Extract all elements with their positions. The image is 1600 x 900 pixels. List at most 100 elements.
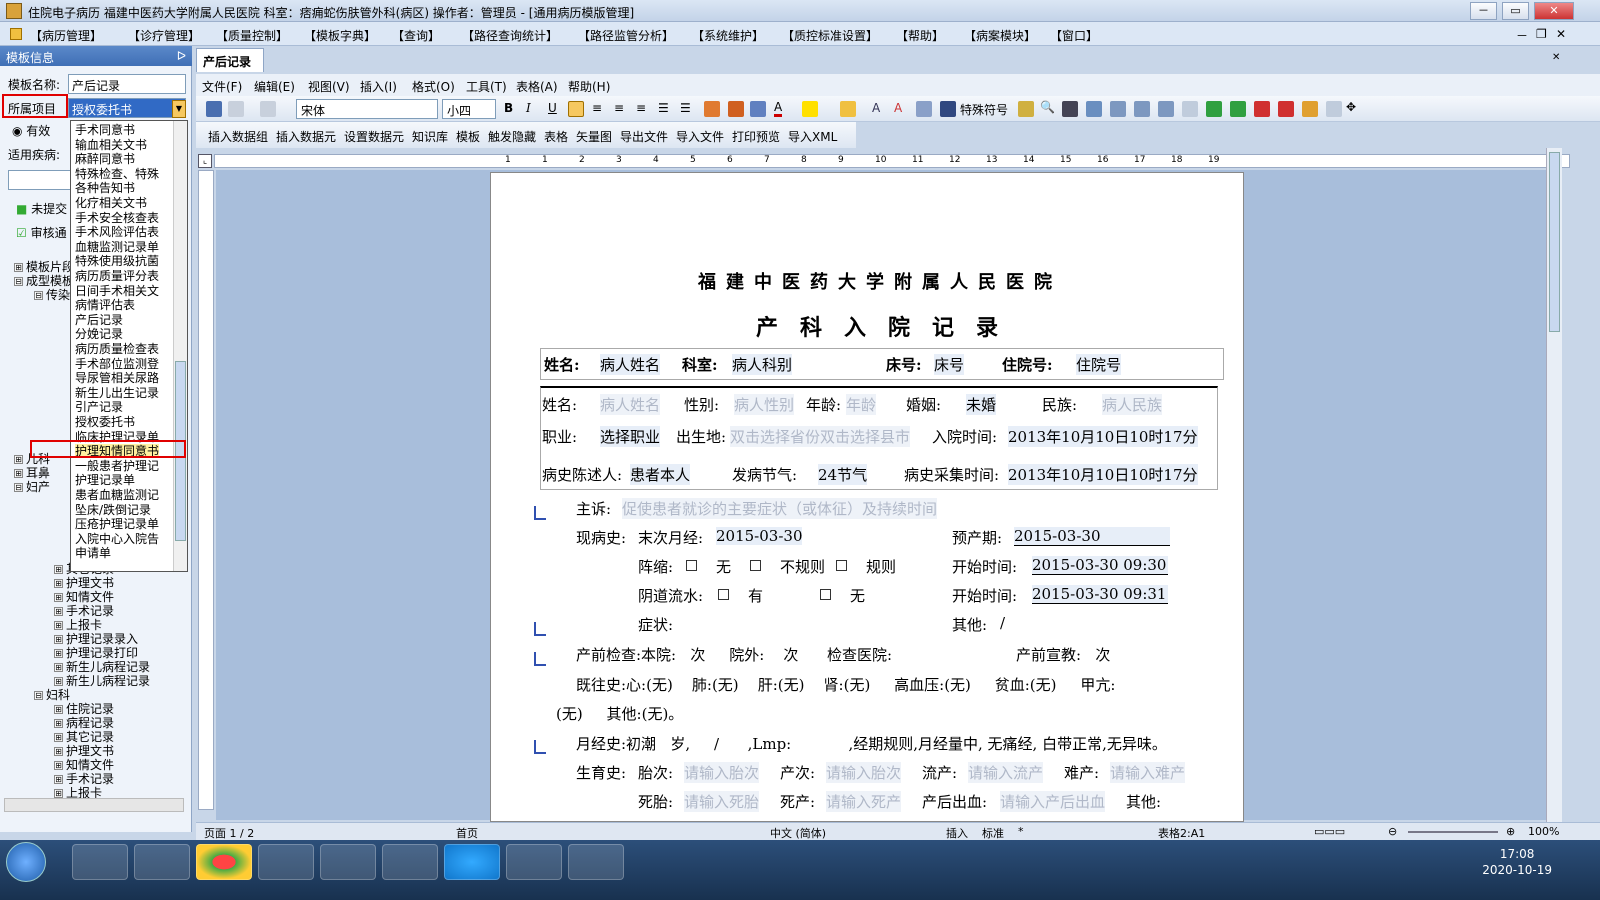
valid-radio[interactable]: ◉ 有效 [12, 122, 50, 139]
menu-item[interactable]: 【系统维护】 [692, 27, 764, 44]
vscroll-thumb[interactable] [1549, 152, 1560, 332]
bold-icon[interactable]: B [504, 101, 513, 115]
insert-column-icon[interactable] [1230, 101, 1246, 117]
stillbirth-field[interactable]: 请输入死胎 [684, 791, 760, 812]
insert-data-element-button[interactable]: 插入数据元 [276, 128, 336, 145]
expand-icon[interactable]: ⊞ [54, 733, 63, 742]
checkbox-yes[interactable] [718, 589, 729, 600]
admit-time-field[interactable]: 2013年10月10日10时17分 [1008, 426, 1198, 447]
database-icon[interactable] [506, 844, 562, 880]
onset-field[interactable]: 24节气 [818, 464, 868, 485]
undo-icon[interactable] [228, 101, 244, 117]
narrator-field[interactable]: 患者本人 [630, 464, 691, 485]
tree-node[interactable]: ⊞ 护理记录打印 [54, 646, 138, 660]
dropdown-item[interactable]: 引产记录 [75, 400, 123, 414]
dropdown-item[interactable]: 病历质量检查表 [75, 342, 159, 356]
insert-icon[interactable] [1018, 101, 1034, 117]
justify-icon[interactable]: ≡ [636, 101, 646, 115]
link-icon[interactable] [940, 101, 956, 117]
move-icon[interactable]: ✥ [1346, 100, 1356, 114]
tree-node[interactable]: ⊞ 上报卡 [54, 618, 102, 632]
font-size-select[interactable]: 小四 [442, 99, 496, 119]
gravida-field[interactable]: 请输入胎次 [684, 762, 760, 783]
special-chars-button[interactable]: 特殊符号 [960, 101, 1008, 118]
dropdown-item[interactable]: 压疮护理记录单 [75, 517, 159, 531]
explorer-icon[interactable] [72, 844, 128, 880]
tree-node[interactable]: ⊞ 新生儿病程记录 [54, 660, 150, 674]
tree-hscrollbar[interactable] [4, 798, 184, 812]
minimize-button[interactable]: － [1470, 2, 1497, 20]
unsubmitted-button[interactable]: ■ 未提交 [16, 200, 67, 217]
dropdown-item[interactable]: 化疗相关文书 [75, 196, 147, 210]
dropdown-item[interactable]: 特殊使用级抗菌 [75, 254, 159, 268]
header-inpatient-field[interactable]: 住院号 [1076, 354, 1122, 375]
emr-app-icon[interactable] [568, 844, 624, 880]
zoom-slider[interactable] [1408, 831, 1498, 833]
font-grow-icon[interactable]: A [872, 101, 880, 115]
dropdown-item[interactable]: 申请单 [75, 546, 111, 560]
tree-node[interactable]: ⊞ 护理文书 [54, 744, 114, 758]
expand-icon[interactable]: ⊞ [54, 621, 63, 630]
expand-icon[interactable]: ⊞ [54, 761, 63, 770]
expand-icon[interactable]: ⊞ [54, 677, 63, 686]
dropdown-item[interactable]: 手术同意书 [75, 123, 135, 137]
tab-document[interactable]: 产后记录 [196, 48, 264, 72]
expand-icon[interactable]: ⊟ [14, 483, 23, 492]
split-cells-icon[interactable] [1326, 101, 1342, 117]
tree-node[interactable]: ⊞ 耳鼻 [14, 466, 50, 480]
expand-icon[interactable]: ⊞ [54, 663, 63, 672]
deadbirth-field[interactable]: 请输入死产 [826, 791, 902, 812]
checkbox-none[interactable] [686, 560, 697, 571]
delete-row-icon[interactable] [1254, 101, 1270, 117]
dropdown-item[interactable]: 麻醉同意书 [75, 152, 135, 166]
fill-color-icon[interactable] [840, 101, 856, 117]
dropdown-item[interactable]: 患者血糖监测记 [75, 488, 159, 502]
print-preview-button[interactable]: 打印预览 [732, 128, 780, 145]
expand-icon[interactable]: ⊞ [14, 263, 23, 272]
tree-node[interactable]: ⊟ 传染 [34, 288, 70, 302]
tree-node[interactable]: ⊞ 手术记录 [54, 772, 114, 786]
dropdown-item[interactable]: 一般患者护理记 [75, 459, 159, 473]
pin-icon[interactable]: ᐅ [177, 49, 186, 63]
replace-icon[interactable] [1086, 101, 1102, 117]
checkbox-no[interactable] [820, 589, 831, 600]
expand-icon[interactable]: ⊞ [54, 579, 63, 588]
expand-icon[interactable]: ⊞ [54, 775, 63, 784]
menu-item[interactable]: 【模板字典】 [304, 27, 376, 44]
dropdown-item[interactable]: 病情评估表 [75, 298, 135, 312]
dropdown-item[interactable]: 各种告知书 [75, 181, 135, 195]
close-doc-icon[interactable]: ✕ [1552, 52, 1560, 63]
job-field[interactable]: 选择职业 [600, 426, 661, 447]
header-name-field[interactable]: 病人姓名 [600, 354, 661, 375]
close-button[interactable]: ✕ [1534, 2, 1574, 20]
paste-icon[interactable] [1134, 101, 1150, 117]
maximize-button[interactable]: ▭ [1502, 2, 1529, 20]
tree-node[interactable]: ⊞ 新生儿病程记录 [54, 674, 150, 688]
editor-menu-item[interactable]: 工具(T) [466, 78, 507, 95]
insert-row-icon[interactable] [1206, 101, 1222, 117]
menu-item[interactable]: 【质控标准设置】 [782, 27, 878, 44]
dropdown-scrollbar[interactable] [173, 121, 187, 571]
checkbox-regular[interactable] [836, 560, 847, 571]
editor-menu-item[interactable]: 格式(O) [412, 78, 455, 95]
disease-field[interactable] [8, 170, 72, 190]
age-field[interactable]: 年龄 [846, 394, 877, 415]
set-data-element-button[interactable]: 设置数据元 [344, 128, 404, 145]
pph-field[interactable]: 请输入产后出血 [1000, 791, 1106, 812]
collect-time-field[interactable]: 2013年10月10日10时17分 [1008, 464, 1198, 485]
marriage-field[interactable]: 未婚 [966, 394, 997, 415]
save-icon[interactable] [206, 101, 222, 117]
expand-icon[interactable]: ⊞ [54, 649, 63, 658]
name-field[interactable]: 病人姓名 [600, 394, 661, 415]
expand-icon[interactable]: ⊞ [54, 719, 63, 728]
dropdown-item[interactable]: 手术安全核查表 [75, 211, 159, 225]
dropdown-item[interactable]: 手术风险评估表 [75, 225, 159, 239]
font-family-select[interactable]: 宋体 [296, 99, 438, 119]
dropdown-item[interactable]: 产后记录 [75, 313, 123, 327]
header-bed-field[interactable]: 床号 [934, 354, 965, 375]
first-page-link[interactable]: 首页 [456, 825, 478, 841]
editor-menu-item[interactable]: 表格(A) [516, 78, 558, 95]
sql-query-icon[interactable] [382, 844, 438, 880]
complaint-field[interactable]: 促使患者就诊的主要症状（或体征）及持续时间 [622, 498, 938, 519]
align-center-icon[interactable]: ≡ [592, 101, 602, 115]
